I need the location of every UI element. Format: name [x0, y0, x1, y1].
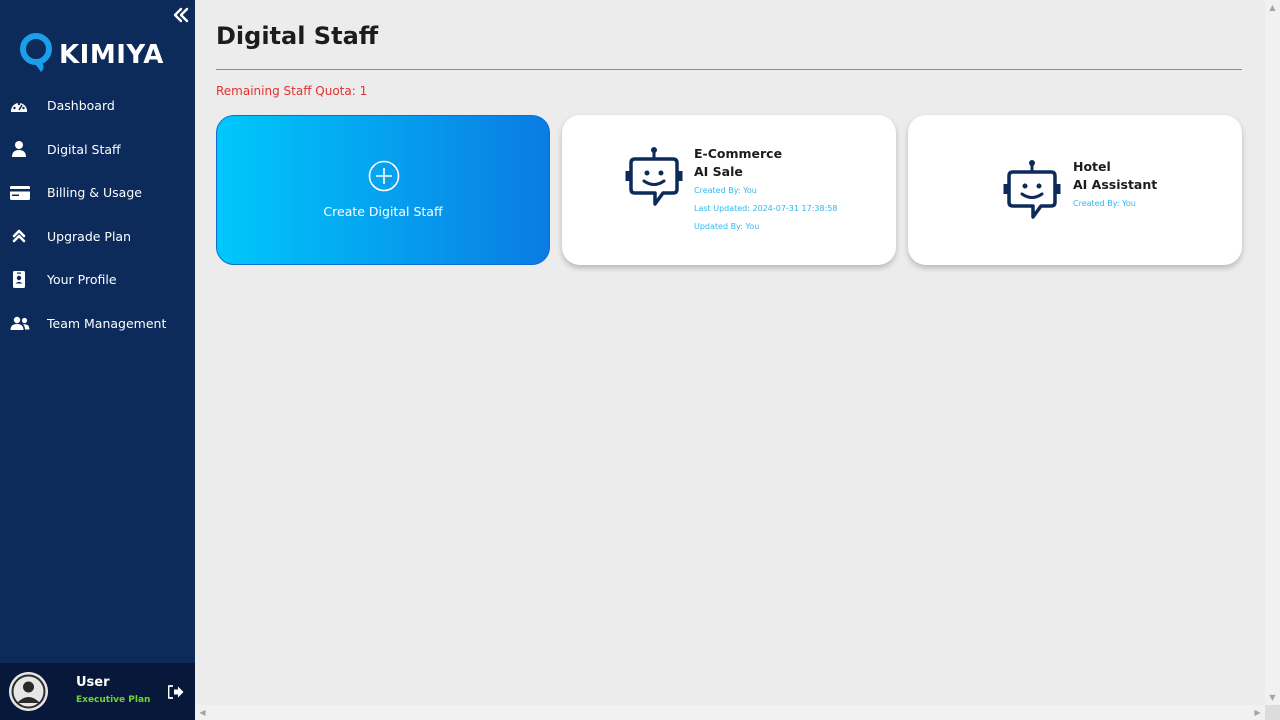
user-name: User — [76, 675, 110, 690]
logo-mark-icon — [19, 32, 55, 78]
create-digital-staff-button[interactable]: Create Digital Staff — [216, 115, 550, 265]
staff-name-line: E-Commerce — [694, 146, 783, 161]
sidebar: KIMIYA Dashboard Digital Staff Billing &… — [0, 0, 195, 720]
logout-icon[interactable] — [167, 684, 184, 699]
brand-name: KIMIYA — [59, 40, 164, 70]
sidebar-item-team[interactable]: Team Management — [0, 302, 195, 346]
staff-quota: Remaining Staff Quota: 1 — [216, 84, 368, 98]
staff-name-line: AI Sale — [694, 164, 743, 179]
sidebar-item-label: Your Profile — [47, 272, 117, 288]
staff-card-ecommerce[interactable]: E-Commerce AI Sale Created By: You Last … — [562, 115, 896, 265]
title-divider — [216, 69, 1242, 70]
user-plan: Executive Plan — [76, 695, 151, 705]
staff-name: E-Commerce AI Sale — [694, 145, 782, 181]
staff-meta: Created By: You — [1073, 195, 1136, 213]
scroll-down-icon[interactable]: ▼ — [1265, 690, 1280, 705]
scroll-right-icon[interactable]: ▶ — [1250, 705, 1265, 720]
robot-chat-icon — [625, 146, 687, 210]
sidebar-item-label: Dashboard — [47, 98, 115, 114]
main-content: Digital Staff Remaining Staff Quota: 1 C… — [195, 0, 1265, 705]
create-digital-staff-label: Create Digital Staff — [323, 204, 443, 219]
created-by: Created By: You — [694, 186, 757, 195]
sidebar-item-label: Team Management — [47, 315, 167, 331]
scroll-left-icon[interactable]: ◀ — [195, 705, 210, 720]
horizontal-scrollbar[interactable]: ◀ ▶ — [195, 705, 1265, 720]
staff-name-line: Hotel — [1073, 159, 1111, 174]
page-title: Digital Staff — [216, 22, 379, 50]
sidebar-item-billing[interactable]: Billing & Usage — [0, 171, 195, 215]
scroll-up-icon[interactable]: ▲ — [1265, 0, 1280, 15]
avatar[interactable] — [9, 672, 48, 711]
id-badge-icon — [10, 271, 28, 289]
kimiya-logo[interactable]: KIMIYA — [19, 32, 164, 78]
created-by: Created By: You — [1073, 199, 1136, 208]
scrollbar-corner — [1265, 705, 1280, 720]
sidebar-item-label: Billing & Usage — [47, 185, 142, 201]
staff-name-line: AI Assistant — [1073, 177, 1158, 192]
user-panel: User Executive Plan — [0, 663, 195, 720]
staff-name: Hotel AI Assistant — [1073, 158, 1157, 194]
sidebar-item-dashboard[interactable]: Dashboard — [0, 84, 195, 128]
dashboard-icon — [10, 97, 28, 115]
credit-card-icon — [10, 184, 30, 202]
sidebar-nav: Dashboard Digital Staff Billing & Usage … — [0, 84, 195, 345]
team-icon — [10, 314, 30, 332]
sidebar-item-label: Upgrade Plan — [47, 228, 132, 244]
staff-meta: Created By: You Last Updated: 2024-07-31… — [694, 182, 837, 236]
plus-circle-icon — [368, 160, 400, 192]
sidebar-item-digital-staff[interactable]: Digital Staff — [0, 128, 195, 172]
sidebar-item-label: Digital Staff — [47, 141, 121, 157]
staff-card-hotel[interactable]: Hotel AI Assistant Created By: You — [908, 115, 1242, 265]
upgrade-icon — [10, 227, 28, 245]
last-updated: Last Updated: 2024-07-31 17:38:58 — [694, 204, 838, 213]
sidebar-item-upgrade[interactable]: Upgrade Plan — [0, 215, 195, 259]
robot-chat-icon — [1003, 159, 1065, 223]
sidebar-item-profile[interactable]: Your Profile — [0, 258, 195, 302]
user-icon — [10, 140, 28, 158]
collapse-sidebar-icon[interactable] — [172, 6, 190, 24]
vertical-scrollbar[interactable]: ▲ ▼ — [1265, 0, 1280, 705]
updated-by: Updated By: You — [694, 222, 760, 231]
